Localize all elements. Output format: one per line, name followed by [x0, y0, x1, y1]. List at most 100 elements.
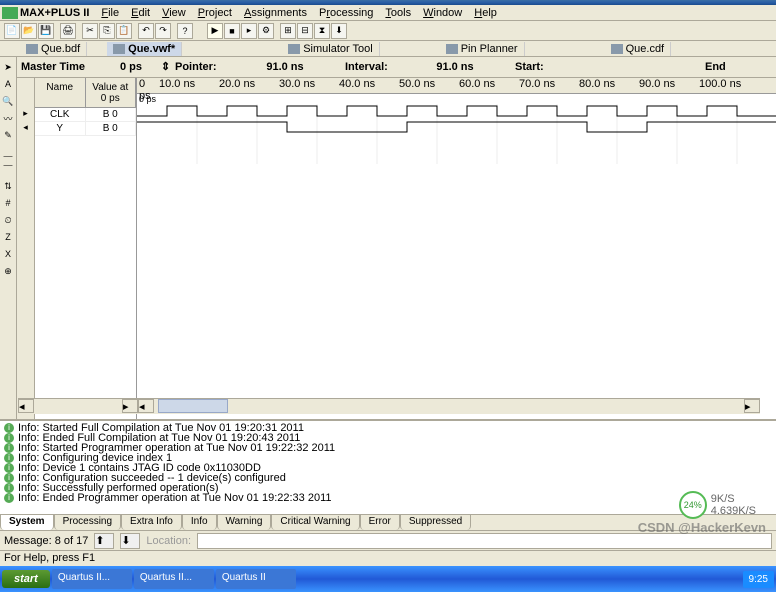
- prev-msg-icon[interactable]: ⬆: [94, 533, 114, 549]
- log-tab-suppressed[interactable]: Suppressed: [400, 514, 471, 530]
- tab-pinplanner[interactable]: Pin Planner: [440, 42, 525, 56]
- clock-tool-icon[interactable]: ⏲: [0, 212, 16, 228]
- tool-icon[interactable]: ⚙: [258, 23, 274, 39]
- time-tick: 0 ps: [137, 78, 157, 93]
- task-button[interactable]: Quartus II...: [52, 569, 132, 589]
- toolbar: 📄 📂 💾 🖨 ✂ ⎘ 📋 ↶ ↷ ? ▶ ■ ▸ ⚙ ⊞ ⊟ ⧗ ⬇: [0, 21, 776, 41]
- sim-icon[interactable]: ▸: [241, 23, 257, 39]
- edit-tool-icon[interactable]: ✎: [0, 127, 16, 143]
- pointer-tool-icon[interactable]: ➤: [0, 59, 16, 75]
- interval-label: Interval:: [345, 61, 425, 73]
- file-icon: [611, 44, 623, 54]
- waveform-svg: [137, 104, 776, 164]
- tab-bdf[interactable]: Que.bdf: [20, 42, 87, 56]
- taskbar: start Quartus II... Quartus II... Quartu…: [0, 566, 776, 592]
- info-icon: i: [4, 433, 14, 443]
- scroll-right-icon[interactable]: ▸: [744, 399, 760, 413]
- menu-project[interactable]: Project: [192, 6, 238, 20]
- new-icon[interactable]: 📄: [4, 23, 20, 39]
- stop-icon[interactable]: ■: [224, 23, 240, 39]
- timing-icon[interactable]: ⧗: [314, 23, 330, 39]
- paste-icon[interactable]: 📋: [116, 23, 132, 39]
- menubar: MAX+PLUS II File Edit View Project Assig…: [0, 5, 776, 21]
- log-tab-critical[interactable]: Critical Warning: [271, 514, 359, 530]
- value-col-header: Value at 0 ps: [86, 78, 137, 107]
- system-tray[interactable]: 9:25: [743, 571, 774, 588]
- info-icon: i: [4, 493, 14, 503]
- invert-tool-icon[interactable]: ⇅: [0, 178, 16, 194]
- file-icon: [26, 44, 38, 54]
- group-tool-icon[interactable]: ⊕: [0, 263, 16, 279]
- log-line[interactable]: iInfo: Ended Programmer operation at Tue…: [4, 493, 772, 503]
- menu-window[interactable]: Window: [417, 6, 468, 20]
- menu-help[interactable]: Help: [468, 6, 503, 20]
- chip-icon[interactable]: ⊞: [280, 23, 296, 39]
- signal-value: B 0: [86, 108, 137, 121]
- cut-icon[interactable]: ✂: [82, 23, 98, 39]
- tab-label: Que.vwf*: [128, 43, 175, 55]
- menu-processing[interactable]: Processing: [313, 6, 379, 20]
- info-icon: i: [4, 463, 14, 473]
- signal-row[interactable]: Y B 0: [35, 122, 136, 136]
- pin-icon[interactable]: ⊟: [297, 23, 313, 39]
- tab-vwf[interactable]: Que.vwf*: [107, 42, 182, 56]
- scroll-right-icon[interactable]: ▸: [122, 399, 138, 413]
- tab-simulator[interactable]: Simulator Tool: [282, 42, 380, 56]
- scroll-left-icon[interactable]: ◂: [138, 399, 154, 413]
- save-icon[interactable]: 💾: [38, 23, 54, 39]
- scroll-thumb[interactable]: [158, 399, 228, 413]
- log-tab-system[interactable]: System: [0, 514, 54, 530]
- menu-edit[interactable]: Edit: [125, 6, 156, 20]
- waveform-area[interactable]: 0 ps 10.0 ns 20.0 ns 30.0 ns 40.0 ns 50.…: [137, 78, 776, 419]
- log-tab-info[interactable]: Info: [182, 514, 217, 530]
- menu-file[interactable]: File: [95, 6, 125, 20]
- time-tick: 50.0 ns: [397, 78, 457, 93]
- x-tool-icon[interactable]: X: [0, 246, 16, 262]
- progress-badge: 24% 9K/S 4.639K/S: [679, 491, 756, 519]
- log-tab-warning[interactable]: Warning: [217, 514, 272, 530]
- task-button[interactable]: Quartus II: [216, 569, 296, 589]
- log-tab-extrainfo[interactable]: Extra Info: [121, 514, 182, 530]
- start-label: Start:: [515, 61, 595, 73]
- high-tool-icon[interactable]: ⎺: [0, 161, 16, 177]
- help-icon[interactable]: ?: [177, 23, 193, 39]
- zoom-tool-icon[interactable]: 🔍: [0, 93, 16, 109]
- time-ruler: 0 ps 10.0 ns 20.0 ns 30.0 ns 40.0 ns 50.…: [137, 78, 776, 94]
- tab-cdf[interactable]: Que.cdf: [605, 42, 672, 56]
- log-tab-error[interactable]: Error: [360, 514, 400, 530]
- z-tool-icon[interactable]: Z: [0, 229, 16, 245]
- time-tick: 40.0 ns: [337, 78, 397, 93]
- signal-row[interactable]: CLK B 0: [35, 108, 136, 122]
- time-tick: 80.0 ns: [577, 78, 637, 93]
- count-tool-icon[interactable]: #: [0, 195, 16, 211]
- menu-view[interactable]: View: [156, 6, 192, 20]
- pointer-label: Pointer:: [175, 61, 255, 73]
- task-button[interactable]: Quartus II...: [134, 569, 214, 589]
- name-col-header: Name: [35, 78, 86, 107]
- menu-tools[interactable]: Tools: [379, 6, 417, 20]
- redo-icon[interactable]: ↷: [155, 23, 171, 39]
- compile-icon[interactable]: ▶: [207, 23, 223, 39]
- h-scrollbar-names[interactable]: ◂ ▸: [18, 398, 138, 414]
- menu-assignments[interactable]: Assignments: [238, 6, 313, 20]
- watermark: CSDN @HackerKevn: [638, 520, 766, 535]
- wave-canvas[interactable]: [137, 104, 776, 404]
- spin-icon[interactable]: ⇕: [161, 60, 175, 73]
- start-button[interactable]: start: [2, 570, 50, 588]
- open-icon[interactable]: 📂: [21, 23, 37, 39]
- next-msg-icon[interactable]: ⬇: [120, 533, 140, 549]
- print-icon[interactable]: 🖨: [60, 23, 76, 39]
- prog-icon[interactable]: ⬇: [331, 23, 347, 39]
- wave-tool-icon[interactable]: 〰: [0, 110, 16, 126]
- input-icon: ▸: [17, 108, 34, 122]
- low-tool-icon[interactable]: ⎽: [0, 144, 16, 160]
- h-scrollbar-wave[interactable]: ◂ ▸: [138, 398, 760, 414]
- copy-icon[interactable]: ⎘: [99, 23, 115, 39]
- log-tab-processing[interactable]: Processing: [54, 514, 121, 530]
- scroll-left-icon[interactable]: ◂: [18, 399, 34, 413]
- file-icon: [446, 44, 458, 54]
- text-tool-icon[interactable]: A: [0, 76, 16, 92]
- undo-icon[interactable]: ↶: [138, 23, 154, 39]
- time-tick: 20.0 ns: [217, 78, 277, 93]
- app-icon: [2, 7, 18, 19]
